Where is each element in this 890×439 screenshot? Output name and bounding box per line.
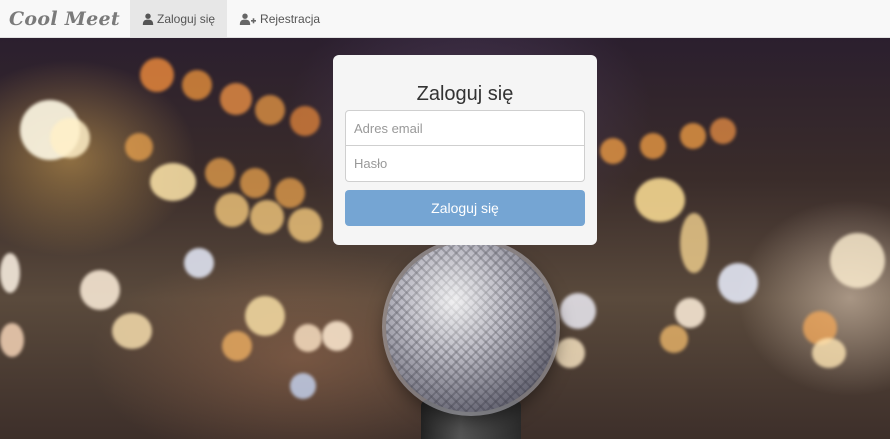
bokeh-light [240,168,270,198]
login-button[interactable]: Zaloguj się [345,190,585,226]
top-navbar: Cool Meet Zaloguj się Rejestracja [0,0,890,38]
bokeh-light [680,123,706,149]
bokeh-light [250,200,284,234]
bokeh-light [112,313,152,349]
bokeh-light [245,296,285,336]
nav-register-link[interactable]: Rejestracja [227,0,332,37]
bokeh-light [322,321,352,351]
nav-register-label: Rejestracja [260,11,321,26]
brand-logo[interactable]: Cool Meet [0,0,130,37]
bokeh-light [275,178,305,208]
password-input[interactable] [345,146,585,182]
bokeh-light [80,270,120,310]
bokeh-light [184,248,214,278]
bokeh-light [50,118,90,158]
bokeh-light [710,118,736,144]
bokeh-light [182,70,212,100]
login-title: Zaloguj się [416,83,514,105]
bokeh-light [0,323,24,357]
bokeh-light [290,373,316,399]
bokeh-light [680,213,708,273]
bokeh-light [660,325,688,353]
bokeh-light [640,133,666,159]
microphone-image [386,242,556,412]
nav-login-label: Zaloguj się [157,11,216,26]
bokeh-light [255,95,285,125]
bokeh-light [830,233,885,288]
login-form-panel: Zaloguj się Zaloguj się [333,55,597,245]
user-plus-icon [239,13,257,25]
bokeh-light [140,58,174,92]
nav-login-link[interactable]: Zaloguj się [130,0,228,37]
bokeh-light [125,133,153,161]
bokeh-light [290,106,320,136]
bokeh-light [220,83,252,115]
bokeh-light [635,178,685,222]
email-input[interactable] [345,110,585,146]
bokeh-light [718,263,758,303]
bokeh-light [560,293,596,329]
bokeh-light [150,163,196,201]
bokeh-light [288,208,322,242]
bokeh-light [294,324,322,352]
bokeh-light [555,338,585,368]
bokeh-light [0,253,20,293]
bokeh-light [600,138,626,164]
bokeh-light [222,331,252,361]
user-icon [142,13,154,25]
bokeh-light [205,158,235,188]
bokeh-light [675,298,705,328]
bokeh-light [215,193,249,227]
bokeh-light [812,338,846,368]
